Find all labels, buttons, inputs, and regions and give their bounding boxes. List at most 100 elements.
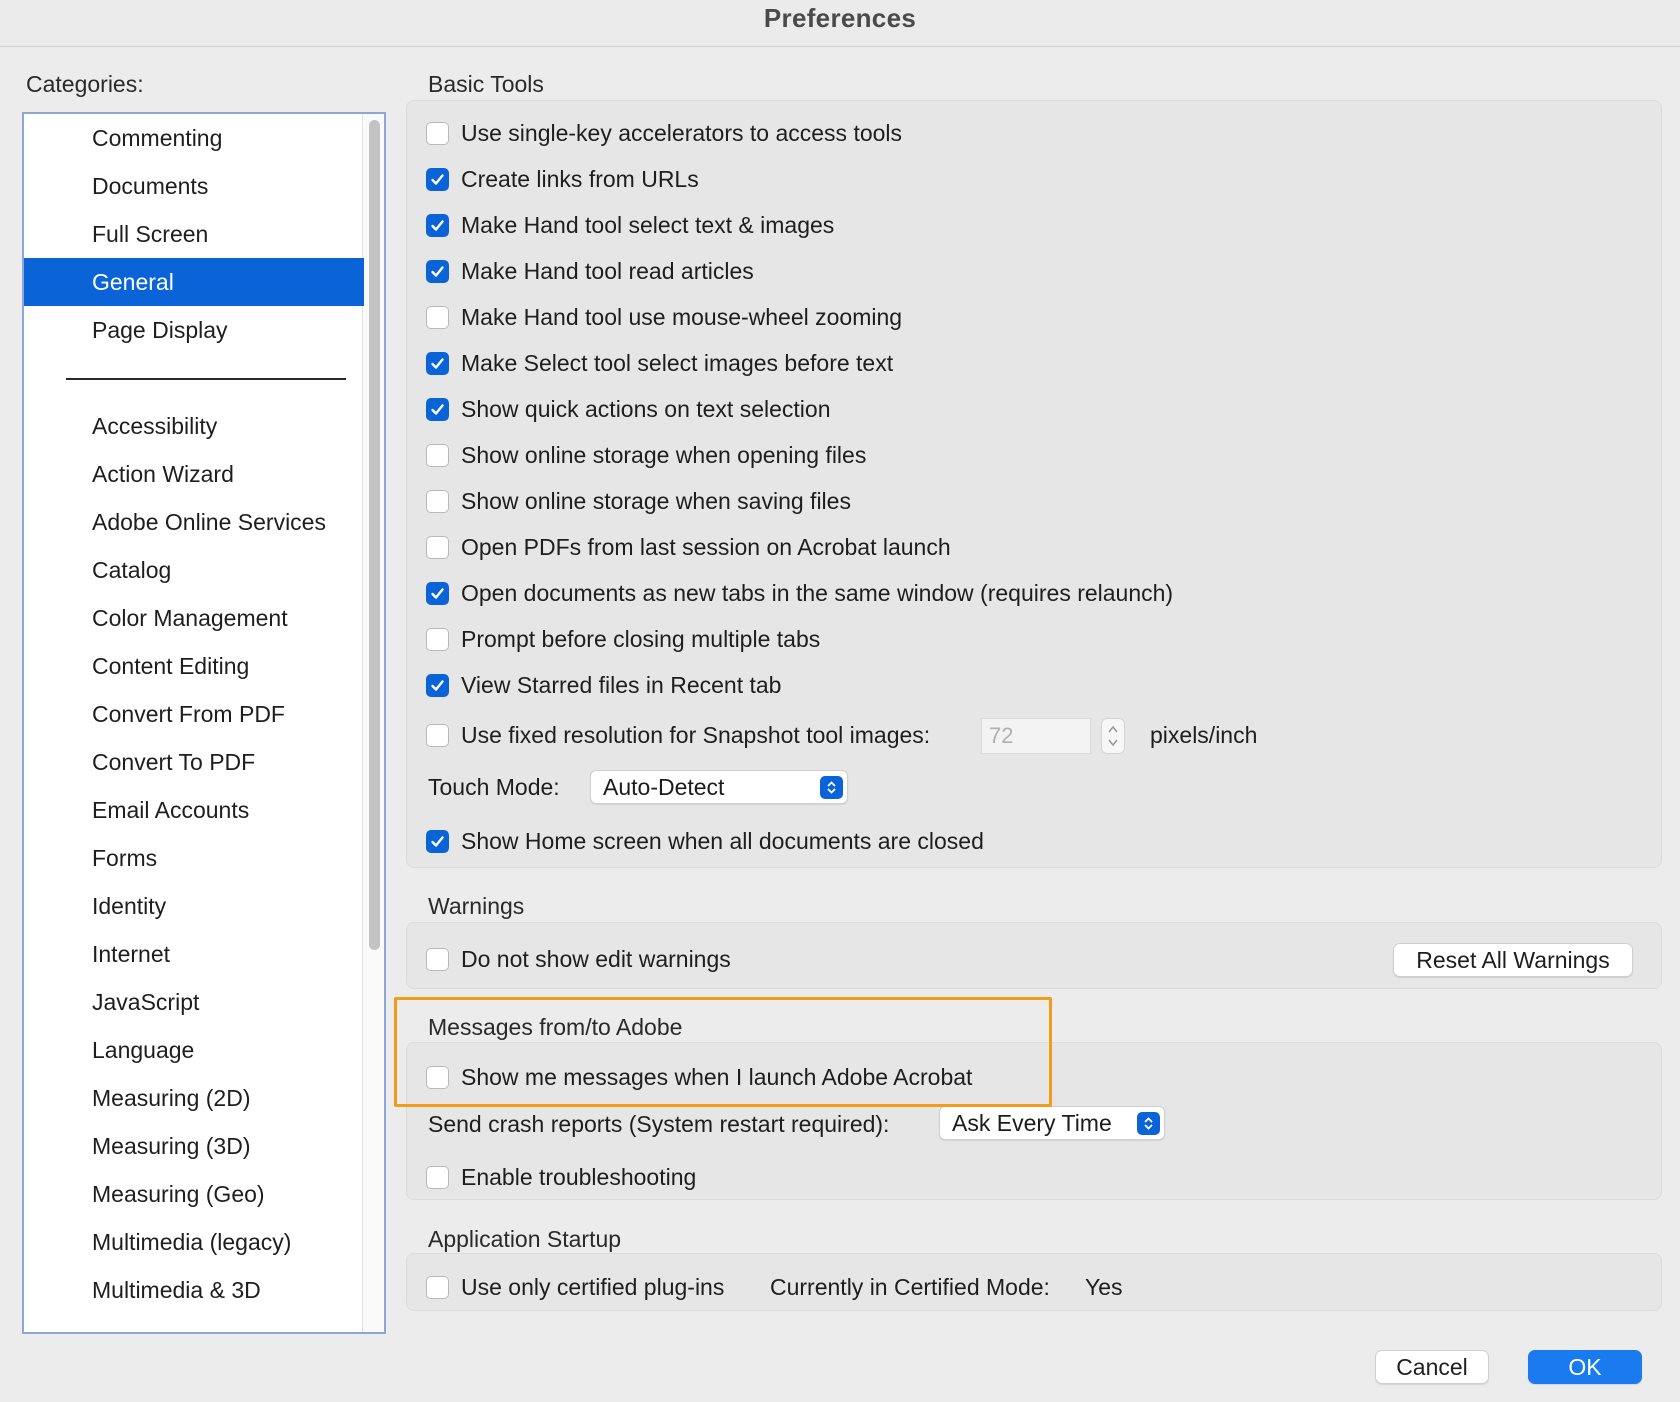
option-label: Make Hand tool use mouse-wheel zooming: [461, 303, 903, 330]
checkmark-icon: [431, 679, 444, 691]
option-checkbox[interactable]: [426, 121, 449, 145]
category-item[interactable]: Content Editing: [24, 642, 364, 690]
category-item[interactable]: Full Screen: [24, 210, 364, 258]
category-item[interactable]: Language: [24, 1026, 364, 1074]
category-item[interactable]: Color Management: [24, 594, 364, 642]
option-checkbox[interactable]: [426, 443, 449, 467]
basic-tools-option[interactable]: Open PDFs from last session on Acrobat l…: [426, 532, 951, 562]
popup-arrows-icon: [820, 776, 843, 799]
category-item[interactable]: Accessibility: [24, 402, 364, 450]
scrollbar-thumb[interactable]: [369, 120, 380, 950]
categories-label: Categories:: [26, 71, 144, 97]
category-item[interactable]: JavaScript: [24, 978, 364, 1026]
touch-mode-value: Auto-Detect: [603, 773, 725, 800]
basic-tools-option[interactable]: Make Hand tool read articles: [426, 256, 754, 286]
option-checkbox[interactable]: [426, 305, 449, 329]
option-checkbox[interactable]: [426, 167, 449, 191]
option-checkbox[interactable]: [426, 535, 449, 559]
basic-tools-option[interactable]: Make Hand tool select text & images: [426, 210, 834, 240]
certified-mode-value: Yes: [1085, 1274, 1123, 1300]
option-checkbox[interactable]: [426, 627, 449, 651]
warnings-title: Warnings: [428, 893, 525, 919]
crash-reports-label: Send crash reports (System restart requi…: [428, 1111, 890, 1137]
checkmark-icon: [431, 173, 444, 185]
snapshot-resolution-input[interactable]: 72: [981, 718, 1091, 754]
basic-tools-option[interactable]: Show online storage when opening files: [426, 440, 866, 470]
launch-messages-option[interactable]: Show me messages when I launch Adobe Acr…: [426, 1062, 972, 1092]
basic-tools-option[interactable]: Create links from URLs: [426, 164, 699, 194]
touch-mode-label: Touch Mode:: [428, 774, 560, 800]
home-screen-checkbox[interactable]: [426, 829, 449, 853]
edit-warnings-checkbox[interactable]: [426, 947, 449, 971]
snapshot-resolution-option[interactable]: Use fixed resolution for Snapshot tool i…: [426, 720, 930, 750]
basic-tools-option[interactable]: Show quick actions on text selection: [426, 394, 830, 424]
launch-messages-checkbox[interactable]: [426, 1065, 449, 1089]
category-item[interactable]: Measuring (2D): [24, 1074, 364, 1122]
basic-tools-option[interactable]: Prompt before closing multiple tabs: [426, 624, 820, 654]
option-label: Show online storage when opening files: [461, 441, 867, 468]
category-item[interactable]: Internet: [24, 930, 364, 978]
category-item[interactable]: Forms: [24, 834, 364, 882]
category-item[interactable]: Measuring (Geo): [24, 1170, 364, 1218]
ok-button[interactable]: OK: [1528, 1350, 1642, 1384]
option-label: Prompt before closing multiple tabs: [461, 625, 821, 652]
option-label: Use single-key accelerators to access to…: [461, 119, 903, 146]
option-checkbox[interactable]: [426, 213, 449, 237]
troubleshooting-option[interactable]: Enable troubleshooting: [426, 1162, 696, 1192]
option-checkbox[interactable]: [426, 259, 449, 283]
option-label: Open documents as new tabs in the same w…: [461, 579, 1174, 606]
certified-plugins-label: Use only certified plug-ins: [461, 1273, 725, 1300]
category-item[interactable]: Multimedia & 3D: [24, 1266, 364, 1314]
checkmark-icon: [431, 265, 444, 277]
category-item[interactable]: Catalog: [24, 546, 364, 594]
crash-reports-select[interactable]: Ask Every Time: [939, 1106, 1165, 1140]
option-label: Make Hand tool read articles: [461, 257, 754, 284]
home-screen-option[interactable]: Show Home screen when all documents are …: [426, 826, 984, 856]
popup-arrows-icon: [1137, 1112, 1160, 1135]
category-item[interactable]: Page Display: [24, 306, 364, 354]
basic-tools-option[interactable]: Make Select tool select images before te…: [426, 348, 893, 378]
reset-all-warnings-button[interactable]: Reset All Warnings: [1393, 943, 1633, 977]
window-title: Preferences: [763, 3, 917, 33]
option-checkbox[interactable]: [426, 581, 449, 605]
categories-scrollbar[interactable]: [362, 114, 384, 1332]
option-checkbox[interactable]: [426, 489, 449, 513]
certified-plugins-checkbox[interactable]: [426, 1275, 449, 1299]
option-label: Show online storage when saving files: [461, 487, 851, 514]
category-item[interactable]: Email Accounts: [24, 786, 364, 834]
option-label: Open PDFs from last session on Acrobat l…: [461, 533, 951, 560]
category-item[interactable]: Convert From PDF: [24, 690, 364, 738]
messages-title: Messages from/to Adobe: [428, 1014, 683, 1040]
category-item[interactable]: General: [24, 258, 364, 306]
category-item[interactable]: Multimedia (legacy): [24, 1218, 364, 1266]
basic-tools-option[interactable]: View Starred files in Recent tab: [426, 670, 781, 700]
touch-mode-select[interactable]: Auto-Detect: [590, 770, 848, 804]
category-item[interactable]: Action Wizard: [24, 450, 364, 498]
option-checkbox[interactable]: [426, 351, 449, 375]
category-item[interactable]: Measuring (3D): [24, 1122, 364, 1170]
category-item[interactable]: Commenting: [24, 114, 364, 162]
category-item[interactable]: Convert To PDF: [24, 738, 364, 786]
troubleshooting-label: Enable troubleshooting: [461, 1163, 697, 1190]
category-item[interactable]: Identity: [24, 882, 364, 930]
basic-tools-option[interactable]: Show online storage when saving files: [426, 486, 851, 516]
basic-tools-option[interactable]: Open documents as new tabs in the same w…: [426, 578, 1173, 608]
snapshot-resolution-checkbox[interactable]: [426, 723, 449, 747]
edit-warnings-option[interactable]: Do not show edit warnings: [426, 944, 731, 974]
basic-tools-option[interactable]: Use single-key accelerators to access to…: [426, 118, 902, 148]
category-item[interactable]: Documents: [24, 162, 364, 210]
resolution-stepper[interactable]: [1101, 718, 1125, 754]
launch-messages-label: Show me messages when I launch Adobe Acr…: [461, 1063, 973, 1090]
certified-plugins-option[interactable]: Use only certified plug-ins: [426, 1272, 724, 1302]
troubleshooting-checkbox[interactable]: [426, 1165, 449, 1189]
basic-tools-option[interactable]: Make Hand tool use mouse-wheel zooming: [426, 302, 902, 332]
snapshot-resolution-label: Use fixed resolution for Snapshot tool i…: [461, 721, 931, 748]
option-label: Show quick actions on text selection: [461, 395, 831, 422]
category-item[interactable]: Adobe Online Services: [24, 498, 364, 546]
cancel-button[interactable]: Cancel: [1375, 1350, 1489, 1384]
option-checkbox[interactable]: [426, 673, 449, 697]
categories-list[interactable]: Commenting Documents Full Screen General Pag…: [22, 112, 386, 1334]
option-checkbox[interactable]: [426, 397, 449, 421]
resolution-unit: pixels/inch: [1150, 722, 1258, 748]
title-bar: Preferences: [0, 0, 1680, 47]
